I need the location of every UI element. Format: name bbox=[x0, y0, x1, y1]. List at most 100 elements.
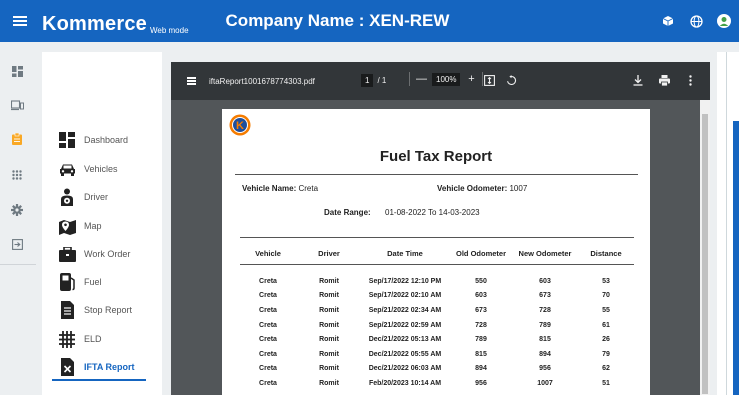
pdf-page-indicator: 1 / 1 bbox=[361, 74, 386, 87]
table-cell: Dec/21/2022 05:13 AM bbox=[368, 336, 442, 344]
nav-item-fuel[interactable]: Fuel bbox=[58, 271, 102, 293]
table-cell: 603 bbox=[539, 277, 551, 285]
page-total: / 1 bbox=[377, 76, 387, 85]
table-cell: Sep/21/2022 02:59 AM bbox=[368, 321, 442, 329]
eld-icon bbox=[58, 329, 76, 349]
table-cell: 79 bbox=[602, 350, 610, 358]
nav-label: IFTA Report bbox=[84, 362, 135, 372]
vehicle-odometer-row: Vehicle Odometer: 1007 bbox=[437, 184, 527, 193]
nav-label: Fuel bbox=[84, 277, 102, 287]
zoom-level-input[interactable]: 100% bbox=[432, 72, 461, 86]
fuel-tax-table: Vehicle Driver Date Time Old Odometer Ne… bbox=[238, 245, 634, 261]
nav-item-eld[interactable]: ELD bbox=[58, 328, 102, 350]
vehicle-odometer-label: Vehicle Odometer: bbox=[437, 184, 508, 193]
right-panel-border bbox=[726, 52, 727, 395]
brand-mode: Web mode bbox=[149, 26, 189, 35]
print-icon[interactable] bbox=[658, 74, 670, 86]
table-cell: Creta bbox=[259, 379, 277, 387]
pdf-scrollbar-thumb[interactable] bbox=[702, 114, 708, 394]
table-cell: 550 bbox=[475, 277, 487, 285]
date-range-value: 01-08-2022 To 14-03-2023 bbox=[385, 208, 480, 217]
table-row: Creta Romit Dec/21/2022 05:13 AM 789 815 26 bbox=[238, 332, 634, 347]
devices-icon[interactable] bbox=[10, 98, 24, 112]
vehicle-name-label: Vehicle Name: bbox=[242, 184, 297, 193]
table-header-row: Vehicle Driver Date Time Old Odometer Ne… bbox=[238, 245, 634, 261]
title-divider bbox=[235, 174, 638, 175]
column-header: New Odometer bbox=[518, 248, 572, 258]
logo-letter: K bbox=[236, 120, 244, 132]
table-cell: 26 bbox=[602, 336, 610, 344]
nav-item-work-order[interactable]: Work Order bbox=[58, 243, 130, 265]
table-cell: 673 bbox=[475, 306, 487, 314]
nav-label: Dashboard bbox=[84, 135, 129, 145]
table-row: Creta Romit Dec/21/2022 06:03 AM 894 956 62 bbox=[238, 362, 634, 377]
table-cell: Dec/21/2022 06:03 AM bbox=[368, 365, 442, 373]
dashboard-icon bbox=[58, 130, 76, 150]
table-cell: Creta bbox=[259, 306, 277, 314]
globe-icon[interactable] bbox=[689, 14, 703, 28]
nav-item-vehicles[interactable]: Vehicles bbox=[58, 158, 118, 180]
right-panel-accent bbox=[733, 121, 739, 395]
settings-icon[interactable] bbox=[10, 203, 24, 217]
company-name: Company Name : XEN-REW bbox=[225, 11, 450, 30]
table-row: Creta Romit Feb/20/2023 10:14 AM 956 1007 51 bbox=[238, 376, 634, 391]
column-header: Driver bbox=[318, 248, 340, 258]
pdf-zoom-controls: — 100% + bbox=[409, 72, 484, 86]
pdf-scrollbar[interactable] bbox=[700, 100, 710, 395]
brand: Kommerce Web mode bbox=[42, 6, 189, 36]
car-icon bbox=[58, 159, 76, 179]
fit-page-icon[interactable] bbox=[483, 74, 495, 86]
zoom-in-button[interactable]: + bbox=[466, 73, 476, 85]
report-title: Fuel Tax Report bbox=[379, 148, 493, 165]
nav-item-dashboard[interactable]: Dashboard bbox=[58, 129, 128, 151]
dashboard-icon[interactable] bbox=[10, 64, 24, 78]
nav-item-ifta-report[interactable]: IFTA Report bbox=[58, 356, 135, 378]
table-cell: Dec/21/2022 05:55 AM bbox=[368, 350, 442, 358]
pdf-menu-icon[interactable] bbox=[184, 74, 198, 88]
nav-label: Vehicles bbox=[84, 164, 118, 174]
table-cell: 789 bbox=[475, 336, 487, 344]
column-header: Old Odometer bbox=[455, 248, 506, 258]
zoom-out-button[interactable]: — bbox=[416, 73, 427, 85]
menu-icon[interactable] bbox=[2, 0, 38, 42]
table-cell: Creta bbox=[259, 350, 277, 358]
nav-label: Map bbox=[84, 221, 102, 231]
nav-label: Driver bbox=[84, 192, 108, 202]
logout-icon[interactable] bbox=[10, 237, 24, 251]
nav-label: Stop Report bbox=[84, 305, 133, 315]
rotate-icon[interactable] bbox=[505, 74, 517, 86]
page-number-input[interactable]: 1 bbox=[361, 74, 374, 87]
table-cell: 894 bbox=[475, 365, 487, 373]
table-cell: 62 bbox=[602, 365, 610, 373]
nav-item-driver[interactable]: Driver bbox=[58, 186, 108, 208]
table-cell: Romit bbox=[319, 277, 339, 285]
nav-item-map[interactable]: Map bbox=[58, 215, 102, 237]
table-cell: Sep/21/2022 02:34 AM bbox=[368, 306, 442, 314]
table-cell: 728 bbox=[475, 321, 487, 329]
table-cell: Creta bbox=[259, 365, 277, 373]
table-cell: Creta bbox=[259, 277, 277, 285]
date-range-label: Date Range: bbox=[324, 208, 371, 217]
report-icon bbox=[58, 300, 76, 320]
table-cell: Romit bbox=[319, 379, 339, 387]
user-avatar-icon[interactable] bbox=[717, 14, 731, 28]
table-cell: 51 bbox=[602, 379, 610, 387]
driver-icon bbox=[58, 187, 76, 207]
vehicle-name-value: Creta bbox=[298, 184, 319, 193]
table-cell: Sep/17/2022 02:10 AM bbox=[368, 292, 442, 300]
table-cell: Sep/17/2022 12:10 PM bbox=[368, 277, 442, 285]
download-icon[interactable] bbox=[632, 74, 644, 86]
more-options-icon[interactable] bbox=[684, 74, 696, 86]
pdf-filename: iftaReport1001678774303.pdf bbox=[209, 76, 315, 86]
clipboard-icon[interactable] bbox=[10, 132, 24, 146]
table-row: Creta Romit Dec/21/2022 05:55 AM 815 894 79 bbox=[238, 347, 634, 362]
nav-item-stop-report[interactable]: Stop Report bbox=[58, 299, 132, 321]
table-cell: Creta bbox=[259, 292, 277, 300]
vehicle-name-row: Vehicle Name: Creta bbox=[242, 184, 318, 193]
table-cell: 894 bbox=[539, 350, 551, 358]
nav-label: ELD bbox=[84, 334, 102, 344]
table-cell: 55 bbox=[602, 306, 610, 314]
apps-grid-icon[interactable] bbox=[10, 168, 24, 182]
table-cell: 61 bbox=[602, 321, 610, 329]
cube-icon[interactable] bbox=[661, 14, 675, 28]
